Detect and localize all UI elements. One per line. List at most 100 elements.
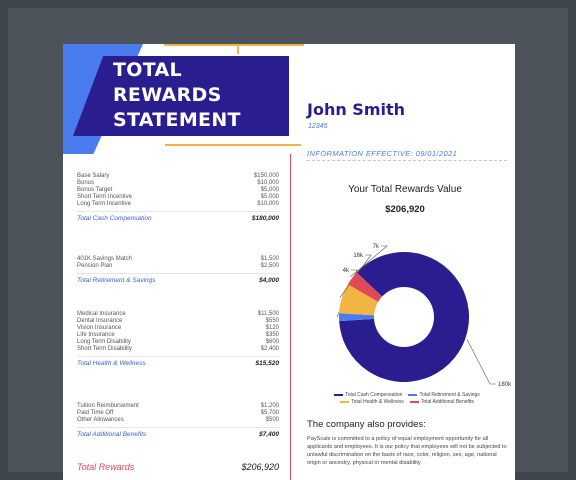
item-label: Medical Insurance bbox=[77, 311, 126, 317]
item-label: Tuition Reimbursement bbox=[77, 403, 139, 409]
legend-item: Total Cash Compensation bbox=[334, 392, 402, 399]
list-item: Bonus Target $5,000 bbox=[77, 187, 279, 194]
list-item: Bonus $10,000 bbox=[77, 180, 279, 187]
total-value: $4,000 bbox=[259, 277, 279, 284]
item-value: $10,000 bbox=[257, 180, 279, 186]
item-value: $5,000 bbox=[260, 187, 279, 193]
list-item: Tuition Reimbursement $1,200 bbox=[77, 403, 279, 410]
chart-legend: Total Cash Compensation Total Retirement… bbox=[307, 392, 507, 406]
title-line-3: STATEMENT bbox=[113, 109, 241, 131]
decorative-gold-line bbox=[164, 44, 304, 46]
legend-swatch bbox=[334, 393, 344, 396]
item-value: $120 bbox=[265, 325, 279, 331]
item-label: Short Term Disability bbox=[77, 346, 132, 352]
item-value: $2,400 bbox=[260, 346, 279, 352]
data-label: 180k bbox=[498, 382, 512, 388]
item-value: $5,700 bbox=[260, 410, 279, 416]
section-retirement-savings: 401K Savings Match $1,500 Pension Plan $2,… bbox=[77, 256, 279, 284]
item-label: Paid Time Off bbox=[77, 410, 114, 416]
list-item: Long Term Incentive $10,000 bbox=[77, 201, 279, 208]
item-label: Short Term Incentive bbox=[77, 194, 132, 200]
list-item: Medical Insurance $11,500 bbox=[77, 311, 279, 318]
item-label: Dental Insurance bbox=[77, 318, 123, 324]
list-item: Base Salary $150,000 bbox=[77, 173, 279, 180]
decorative-gold-underline bbox=[165, 144, 301, 146]
legend-swatch bbox=[408, 393, 418, 396]
legend-label: Total Additional Benefits bbox=[420, 399, 474, 405]
item-label: Bonus bbox=[77, 180, 95, 186]
effective-date: INFORMATION EFFECTIVE: 09/01/2021 bbox=[307, 149, 458, 158]
legend-swatch bbox=[340, 400, 350, 403]
section-health-wellness: Medical Insurance $11,500 Dental Insuranc… bbox=[77, 311, 279, 367]
title-line-2: REWARDS bbox=[113, 84, 222, 106]
also-provides-text: PayScale is committed to a policy of equ… bbox=[307, 436, 507, 466]
title-line-1: TOTAL bbox=[113, 59, 182, 81]
list-item: Vision Insurance $120 bbox=[77, 325, 279, 332]
also-provides-heading: The company also provides: bbox=[307, 419, 426, 430]
total-label: Total Health & Wellness bbox=[77, 360, 146, 367]
item-value: $2,500 bbox=[260, 263, 279, 269]
legend-label: Total Cash Compensation bbox=[345, 392, 403, 398]
employee-id: 12345 bbox=[308, 123, 328, 130]
total-value: $180,000 bbox=[251, 215, 279, 222]
item-label: Long Term Disability bbox=[77, 339, 131, 345]
grand-total: Total Rewards $206,920 bbox=[77, 462, 279, 472]
item-label: Long Term Incentive bbox=[77, 201, 131, 207]
item-label: Base Salary bbox=[77, 173, 110, 179]
item-value: $1,500 bbox=[260, 256, 279, 262]
data-label: 4k bbox=[343, 268, 350, 274]
legend-row: Total Health & Wellness Total Additional… bbox=[307, 399, 507, 406]
list-item: Pension Plan $2,500 bbox=[77, 263, 279, 270]
total-value: $15,520 bbox=[255, 360, 280, 367]
rewards-donut-chart: 180k 4k 16k 7k bbox=[336, 244, 512, 388]
legend-label: Total Retirement & Savings bbox=[419, 392, 480, 398]
item-value: $1,200 bbox=[260, 403, 279, 409]
data-label-leader bbox=[466, 339, 496, 385]
item-value: $10,000 bbox=[257, 201, 279, 207]
section-total: Total Cash Compensation $180,000 bbox=[77, 211, 279, 222]
legend-row: Total Cash Compensation Total Retirement… bbox=[307, 392, 507, 399]
list-item: 401K Savings Match $1,500 bbox=[77, 256, 279, 263]
grand-total-label: Total Rewards bbox=[77, 462, 135, 472]
item-label: Vision Insurance bbox=[77, 325, 122, 331]
list-item: Long Term Disability $600 bbox=[77, 339, 279, 346]
item-value: $600 bbox=[265, 339, 279, 345]
legend-item: Total Health & Wellness bbox=[340, 399, 404, 406]
section-additional-benefits: Tuition Reimbursement $1,200 Paid Time Of… bbox=[77, 403, 279, 438]
data-label: 16k bbox=[353, 253, 364, 259]
item-value: $500 bbox=[265, 417, 279, 423]
item-label: Pension Plan bbox=[77, 263, 113, 269]
statement-page: TOTAL REWARDS STATEMENT Base Salary $150,… bbox=[63, 44, 515, 480]
grand-total-value: $206,920 bbox=[241, 462, 279, 472]
item-label: 401K Savings Match bbox=[77, 256, 133, 262]
item-label: Bonus Target bbox=[77, 187, 113, 193]
item-value: $550 bbox=[265, 318, 279, 324]
list-item: Dental Insurance $550 bbox=[77, 318, 279, 325]
list-item: Short Term Disability $2,400 bbox=[77, 346, 279, 353]
item-value: $11,500 bbox=[257, 311, 279, 317]
item-label: Other Allowances bbox=[77, 417, 124, 423]
total-label: Total Additional Benefits bbox=[77, 431, 147, 438]
list-item: Paid Time Off $5,700 bbox=[77, 410, 279, 417]
section-cash-compensation: Base Salary $150,000 Bonus $10,000 Bonus T… bbox=[77, 173, 279, 222]
legend-label: Total Health & Wellness bbox=[351, 399, 404, 405]
employee-name: John Smith bbox=[307, 100, 406, 119]
legend-item: Total Retirement & Savings bbox=[408, 392, 480, 399]
total-label: Total Cash Compensation bbox=[77, 215, 152, 222]
chart-total-value: $206,920 bbox=[385, 204, 425, 215]
section-total: Total Retirement & Savings $4,000 bbox=[77, 273, 279, 284]
column-divider bbox=[290, 154, 291, 480]
dashed-divider bbox=[307, 160, 507, 161]
item-value: $5,000 bbox=[260, 194, 279, 200]
data-label: 7k bbox=[373, 244, 380, 250]
item-value: $350 bbox=[265, 332, 279, 338]
total-label: Total Retirement & Savings bbox=[77, 277, 156, 284]
section-total: Total Health & Wellness $15,520 bbox=[77, 356, 279, 367]
decorative-gold-tick bbox=[237, 44, 239, 54]
item-label: Life Insurance bbox=[77, 332, 115, 338]
list-item: Other Allowances $500 bbox=[77, 417, 279, 424]
list-item: Short Term Incentive $5,000 bbox=[77, 194, 279, 201]
legend-swatch bbox=[409, 400, 419, 403]
list-item: Life Insurance $350 bbox=[77, 332, 279, 339]
total-value: $7,400 bbox=[259, 431, 279, 438]
